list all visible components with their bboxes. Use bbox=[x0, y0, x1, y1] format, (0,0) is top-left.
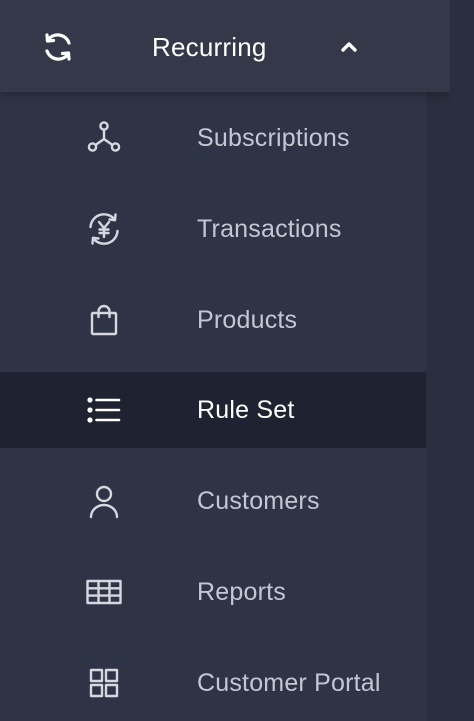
sidebar-item-label: Subscriptions bbox=[197, 124, 350, 152]
sidebar-item-reports[interactable]: Reports bbox=[0, 554, 450, 630]
refresh-icon bbox=[40, 29, 76, 65]
sidebar-item-label: Transactions bbox=[197, 215, 342, 243]
sidebar-edge bbox=[426, 0, 450, 721]
sidebar-nav: Recurring Subscriptions Transactions Pro… bbox=[0, 0, 450, 721]
chevron-up-icon bbox=[338, 38, 360, 56]
sidebar-item-transactions[interactable]: Transactions bbox=[0, 191, 450, 267]
list-icon bbox=[84, 390, 124, 430]
sidebar-item-label: Reports bbox=[197, 578, 286, 606]
shopping-bag-icon bbox=[84, 300, 124, 340]
table-grid-icon bbox=[84, 572, 124, 612]
yen-cycle-icon bbox=[84, 209, 124, 249]
sidebar-item-customers[interactable]: Customers bbox=[0, 463, 450, 539]
sidebar-item-label: Customers bbox=[197, 487, 320, 515]
sidebar-item-products[interactable]: Products bbox=[0, 282, 450, 358]
sidebar-item-rule-set[interactable]: Rule Set bbox=[0, 372, 450, 448]
network-nodes-icon bbox=[84, 118, 124, 158]
sidebar-item-customer-portal[interactable]: Customer Portal bbox=[0, 645, 450, 721]
recurring-group-label: Recurring bbox=[152, 32, 267, 62]
dashboard-grid-icon bbox=[84, 663, 124, 703]
sidebar-item-label: Products bbox=[197, 306, 298, 334]
sidebar-item-label: Customer Portal bbox=[197, 669, 381, 697]
sidebar-item-subscriptions[interactable]: Subscriptions bbox=[0, 100, 450, 176]
recurring-group-toggle[interactable]: Recurring bbox=[0, 0, 450, 92]
sidebar-item-label: Rule Set bbox=[197, 396, 295, 424]
user-icon bbox=[84, 481, 124, 521]
